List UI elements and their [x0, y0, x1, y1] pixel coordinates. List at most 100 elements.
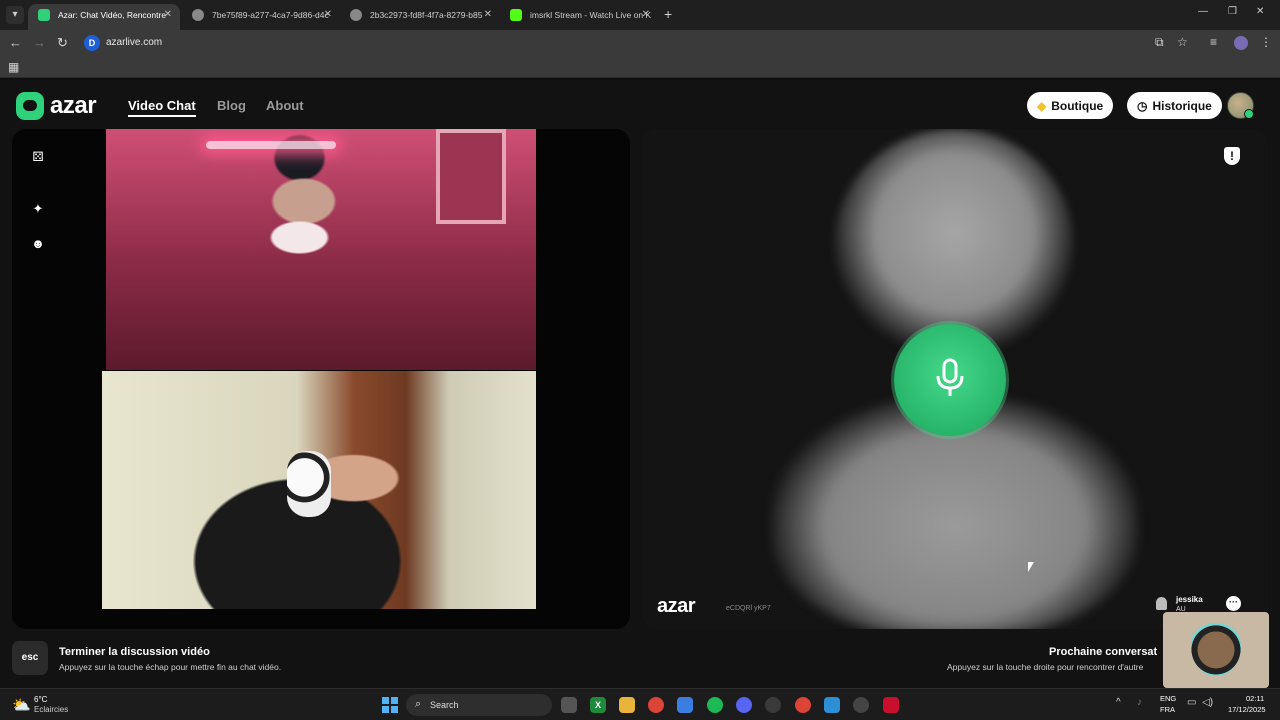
minimize-icon[interactable]: —	[1198, 6, 1208, 17]
photos-icon[interactable]	[824, 697, 840, 713]
install-app-icon[interactable]: ⧉	[1155, 35, 1164, 50]
clock-time[interactable]: 02:11	[1246, 694, 1264, 703]
language-secondary[interactable]: FRA	[1160, 705, 1175, 714]
azar-page: azar Video Chat Blog About ◆ Boutique ◷ …	[0, 80, 1280, 688]
weather-temperature[interactable]: 6°C	[34, 695, 47, 704]
dice-icon[interactable]: ⚄	[30, 149, 46, 165]
apps-grid-icon[interactable]: ▦	[8, 60, 19, 74]
nav-video-chat[interactable]: Video Chat	[128, 98, 196, 117]
language-primary[interactable]: ENG	[1160, 694, 1176, 703]
sparkle-effects-icon[interactable]: ✦	[30, 201, 46, 217]
bookmark-star-icon[interactable]: ☆	[1177, 35, 1188, 49]
user-icon	[1156, 597, 1167, 610]
close-icon[interactable]: ✕	[164, 4, 172, 26]
discord-icon[interactable]	[736, 697, 752, 713]
face-filter-icon[interactable]: ☻	[30, 236, 46, 252]
globe-icon	[192, 9, 204, 21]
app-icon[interactable]	[765, 697, 781, 713]
next-chat-title: Prochaine conversat	[1049, 646, 1158, 658]
end-chat-subtitle: Appuyez sur la touche échap pour mettre …	[59, 662, 282, 672]
kick-favicon-icon	[510, 9, 522, 21]
azar-favicon-icon	[38, 9, 50, 21]
close-icon[interactable]: ✕	[642, 4, 650, 26]
xbox-icon[interactable]: X	[590, 697, 606, 713]
historique-button[interactable]: ◷ Historique	[1127, 92, 1222, 119]
tab-title: Azar: Chat Vidéo, Rencontre	[58, 10, 167, 20]
chrome-icon[interactable]	[648, 697, 664, 713]
menu-kebab-icon[interactable]: ⋮	[1260, 35, 1272, 49]
forward-icon[interactable]: →	[33, 35, 46, 50]
weather-cloud-sun-icon[interactable]: ⛅	[12, 696, 31, 714]
tab-title: 7be75f89-a277-4ca7-9d86-d4c	[212, 10, 329, 20]
url-field[interactable]: azarlive.com	[106, 37, 162, 48]
tray-mic-icon[interactable]: ♪	[1137, 697, 1142, 708]
azar-logo[interactable]: azar	[16, 92, 97, 120]
media-control-icon[interactable]: ≡	[1210, 35, 1217, 49]
tab-kick[interactable]: imsrkl Stream - Watch Live on K ✕	[500, 4, 658, 30]
boutique-label: Boutique	[1051, 98, 1104, 113]
volume-icon[interactable]: ◁)	[1202, 697, 1213, 708]
network-icon[interactable]: ▭	[1187, 697, 1196, 708]
streamer-webcam-overlay	[1163, 612, 1269, 688]
window-close-icon[interactable]: ✕	[1256, 6, 1264, 17]
gem-icon: ◆	[1037, 98, 1047, 113]
camera-feed-top	[106, 129, 536, 370]
next-chat-subtitle: Appuyez sur la touche droite pour rencon…	[947, 662, 1144, 672]
store-icon[interactable]	[677, 697, 693, 713]
windows-taskbar: ⛅ 6°C Eclaircies ⌕ Search X ^ ♪ ENG FRA …	[0, 688, 1280, 720]
user-avatar[interactable]	[1227, 92, 1254, 119]
back-icon[interactable]: ←	[9, 35, 22, 50]
background-window	[436, 129, 506, 224]
nav-about[interactable]: About	[266, 98, 304, 113]
reload-icon[interactable]: ↻	[57, 35, 68, 51]
tray-chevron-icon[interactable]: ^	[1116, 697, 1121, 708]
search-icon: ⌕	[415, 698, 422, 710]
calendar-app-icon[interactable]	[883, 697, 899, 713]
partner-video-panel: ! azar eCDQRl yKP7 jessika AU ···	[642, 129, 1268, 629]
neon-light	[206, 141, 336, 149]
globe-icon	[350, 9, 362, 21]
new-tab-button[interactable]: +	[664, 6, 672, 22]
clock-date[interactable]: 17/12/2025	[1228, 705, 1266, 714]
windows-start-icon[interactable]	[382, 697, 398, 713]
partner-name[interactable]: jessika	[1176, 595, 1203, 604]
nav-blog[interactable]: Blog	[217, 98, 246, 113]
weather-description[interactable]: Eclaircies	[34, 705, 68, 714]
browser-tab-bar: ▾ Azar: Chat Vidéo, Rencontre ✕ 7be75f89…	[0, 0, 1280, 30]
report-shield-icon[interactable]: !	[1224, 147, 1240, 165]
close-icon[interactable]: ✕	[324, 4, 332, 26]
tab-3[interactable]: 2b3c2973-fd8f-4f7a-8279-b85 ✕	[340, 4, 500, 30]
chrome-active-icon[interactable]	[795, 697, 811, 713]
taskbar-search[interactable]: ⌕ Search	[406, 694, 552, 716]
tab-2[interactable]: 7be75f89-a277-4ca7-9d86-d4c ✕	[182, 4, 340, 30]
mouse-cursor	[1028, 562, 1034, 572]
my-video-panel: ⚄ ✦ ☻	[12, 129, 630, 629]
obs-icon[interactable]	[853, 697, 869, 713]
tab-title: imsrkl Stream - Watch Live on K	[530, 10, 652, 20]
clock-icon: ◷	[1137, 98, 1148, 113]
historique-label: Historique	[1152, 98, 1212, 113]
microphone-icon	[936, 358, 964, 396]
search-label: Search	[430, 700, 459, 710]
boutique-button[interactable]: ◆ Boutique	[1027, 92, 1114, 119]
restore-icon[interactable]: ❐	[1228, 6, 1237, 17]
watermark-id: eCDQRl yKP7	[726, 605, 771, 612]
end-chat-title: Terminer la discussion vidéo	[59, 646, 210, 658]
spotify-icon[interactable]	[707, 697, 723, 713]
tab-azar[interactable]: Azar: Chat Vidéo, Rencontre ✕	[28, 4, 180, 30]
camera-feed-bottom	[102, 371, 536, 609]
plush-toy	[287, 451, 331, 517]
address-bar: ← → ↻ D azarlive.com ⧉ ☆ ≡ ⋮	[0, 30, 1280, 56]
profile-avatar-icon[interactable]	[1234, 36, 1248, 50]
tab-search-button[interactable]: ▾	[6, 6, 24, 24]
site-info-icon[interactable]: D	[84, 35, 100, 51]
close-icon[interactable]: ✕	[484, 4, 492, 26]
esc-key-badge[interactable]: esc	[12, 641, 48, 675]
bookmark-bar: ▦	[0, 56, 1280, 78]
task-view-icon[interactable]	[561, 697, 577, 713]
file-explorer-icon[interactable]	[619, 697, 635, 713]
azar-watermark: azar	[657, 595, 696, 617]
tab-title: 2b3c2973-fd8f-4f7a-8279-b85	[370, 10, 483, 20]
microphone-button[interactable]	[894, 324, 1006, 436]
chat-bubble-icon[interactable]: ···	[1226, 596, 1241, 611]
